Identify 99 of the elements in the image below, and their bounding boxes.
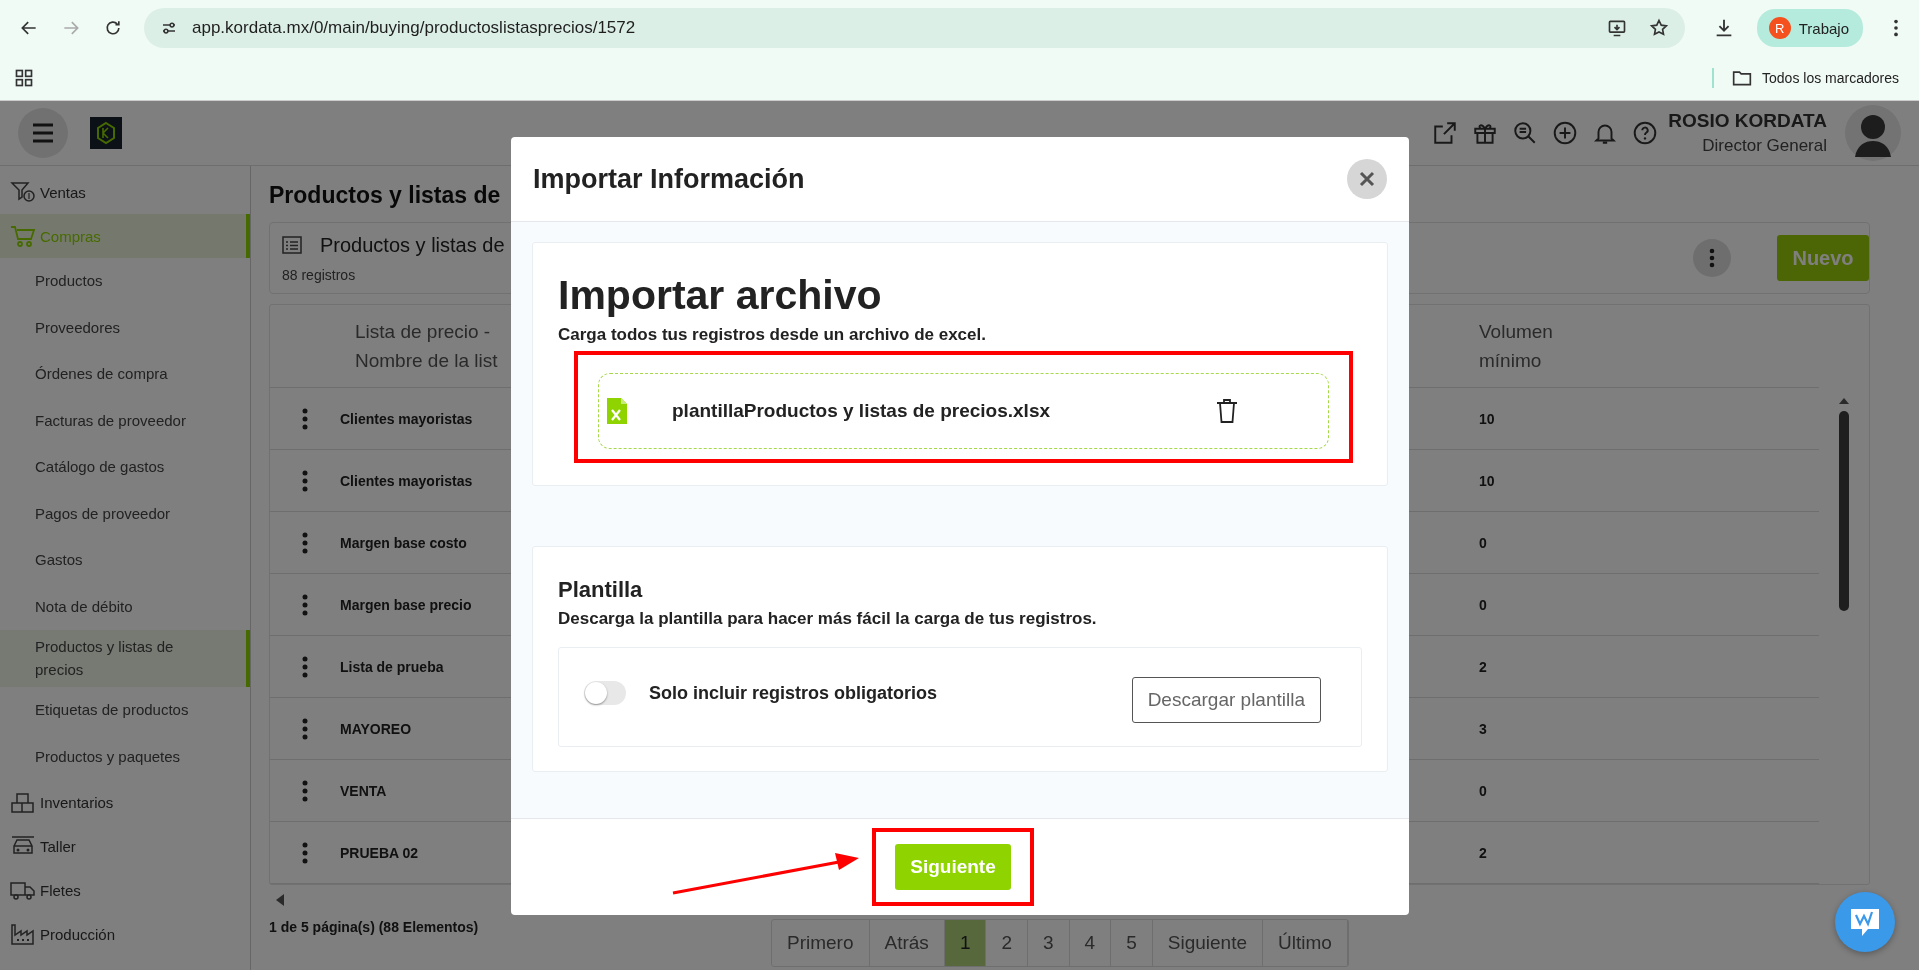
sidebar-subitem[interactable]: Etiquetas de productos [0, 687, 250, 734]
cart-icon [10, 224, 36, 248]
address-bar[interactable]: app.kordata.mx/0/main/buying/productoslistasprecios/1572 [144, 8, 1685, 48]
sidebar-subitem[interactable]: Gastos [0, 537, 250, 584]
table-cell: 3 [1479, 720, 1487, 737]
table-cell: Clientes mayoristas [340, 410, 473, 427]
template-heading: Plantilla [558, 577, 644, 603]
bookmark-star-icon[interactable] [1648, 18, 1669, 38]
list-icon [282, 236, 302, 254]
page-button[interactable]: Siguiente [1152, 920, 1263, 966]
excel-file-icon [607, 398, 627, 424]
add-circle-icon[interactable] [1552, 120, 1579, 146]
page-title: Productos y listas de [269, 181, 501, 210]
external-link-icon[interactable] [1432, 120, 1459, 146]
boxes-icon [10, 790, 36, 814]
row-menu-icon[interactable] [302, 717, 308, 740]
chat-bubble-icon[interactable] [1848, 906, 1882, 938]
page-button[interactable]: Último [1263, 920, 1348, 966]
sales-icon [10, 180, 36, 204]
close-icon[interactable] [1359, 171, 1375, 187]
trash-icon[interactable] [1216, 398, 1238, 424]
sidebar-item[interactable]: Taller [0, 824, 250, 868]
sidebar-item[interactable]: Inventarios [0, 780, 250, 824]
table-cell: 2 [1479, 844, 1487, 861]
folder-icon [1732, 69, 1753, 87]
row-menu-icon[interactable] [302, 531, 308, 554]
table-cell: Margen base costo [340, 534, 467, 551]
scroll-up-icon[interactable] [1838, 397, 1850, 405]
file-name: plantillaProductos y listas de precios.xlsx [672, 400, 1051, 422]
sidebar-subitem[interactable]: Productos y listas de precios [0, 630, 250, 687]
dialog-title: Importar Información [533, 163, 805, 195]
card-title: Productos y listas de [320, 233, 505, 257]
table-cell: 0 [1479, 782, 1487, 799]
sidebar-subitem[interactable]: Productos y paquetes [0, 733, 250, 780]
table-cell: VENTA [340, 782, 387, 799]
row-menu-icon[interactable] [302, 841, 308, 864]
scrollbar-thumb[interactable] [1839, 411, 1849, 611]
user-avatar[interactable] [1845, 105, 1901, 161]
table-cell: Clientes mayoristas [340, 472, 473, 489]
table-cell: 0 [1479, 596, 1487, 613]
help-icon[interactable] [1632, 120, 1659, 146]
toggle-switch[interactable] [584, 681, 626, 705]
row-menu-icon[interactable] [302, 469, 308, 492]
user-name: ROSIO KORDATA [1668, 110, 1827, 132]
kebab-icon[interactable] [1709, 248, 1715, 268]
page-button[interactable]: Primero [772, 920, 870, 966]
pagination-summary: 1 de 5 página(s) (88 Elementos) [269, 919, 480, 935]
table-cell: 2 [1479, 658, 1487, 675]
sidebar-subitem[interactable]: Productos [0, 258, 250, 305]
reload-icon[interactable] [103, 18, 123, 38]
record-count: 88 registros [282, 266, 357, 283]
toggle-label: Solo incluir registros obligatorios [649, 682, 938, 704]
more-options-button[interactable] [1693, 239, 1731, 277]
install-app-icon[interactable] [1606, 18, 1627, 38]
page-button[interactable]: 1 [944, 920, 987, 966]
row-menu-icon[interactable] [302, 779, 308, 802]
sidebar-item[interactable]: Producción [0, 912, 250, 956]
apps-grid-icon[interactable] [14, 68, 34, 88]
table-cell: PRUEBA 02 [340, 844, 419, 861]
page-button[interactable]: 5 [1111, 920, 1153, 966]
sidebar-subitem[interactable]: Órdenes de compra [0, 351, 250, 398]
sidebar-subitem[interactable]: Catálogo de gastos [0, 444, 250, 491]
table-cell: 0 [1479, 534, 1487, 551]
chat-button[interactable] [1835, 892, 1895, 952]
page-button[interactable]: 2 [986, 920, 1029, 966]
table-cell: 10 [1479, 410, 1495, 427]
download-template-button[interactable]: Descargar plantilla [1131, 677, 1321, 723]
site-settings-icon[interactable] [160, 19, 178, 37]
close-button[interactable] [1347, 159, 1387, 199]
bookmarks-folder[interactable]: Todos los marcadores [1732, 69, 1899, 87]
column-header[interactable]: Volumen mínimo [1479, 305, 1819, 388]
sidebar-subitem[interactable]: Proveedores [0, 304, 250, 351]
row-menu-icon[interactable] [302, 593, 308, 616]
sidebar-subitem[interactable]: Pagos de proveedor [0, 490, 250, 537]
sidebar-item[interactable]: Fletes [0, 868, 250, 912]
user-role: Director General [1702, 136, 1827, 156]
page-button[interactable]: 4 [1069, 920, 1112, 966]
table-cell: 10 [1479, 472, 1495, 489]
scroll-left-icon[interactable] [275, 893, 285, 907]
table-cell: MAYOREO [340, 720, 412, 737]
app-logo[interactable] [90, 117, 122, 149]
import-heading: Importar archivo [558, 271, 883, 319]
page-button[interactable]: Atrás [869, 920, 945, 966]
import-description: Carga todos tus registros desde un archivo de excel. [558, 325, 987, 345]
sidebar-subitem[interactable]: Facturas de proveedor [0, 397, 250, 444]
sidebar-subitem[interactable]: Nota de débito [0, 583, 250, 630]
sidebar-item[interactable]: Ventas [0, 170, 250, 214]
row-menu-icon[interactable] [302, 655, 308, 678]
template-description: Descarga la plantilla para hacer más fácil la carga de tus registros. [558, 609, 1098, 629]
factory-icon [10, 922, 36, 946]
menu-button[interactable] [18, 108, 68, 158]
page-button[interactable]: 3 [1028, 920, 1070, 966]
file-drop-zone[interactable]: plantillaProductos y listas de precios.xlsx [598, 373, 1329, 449]
row-menu-icon[interactable] [302, 407, 308, 430]
table-cell: Margen base precio [340, 596, 472, 613]
profile-avatar: R [1768, 17, 1791, 39]
table-cell: Lista de prueba [340, 658, 444, 675]
menu-icon[interactable] [31, 122, 55, 144]
profile-button[interactable]: R Trabajo [1756, 9, 1863, 47]
